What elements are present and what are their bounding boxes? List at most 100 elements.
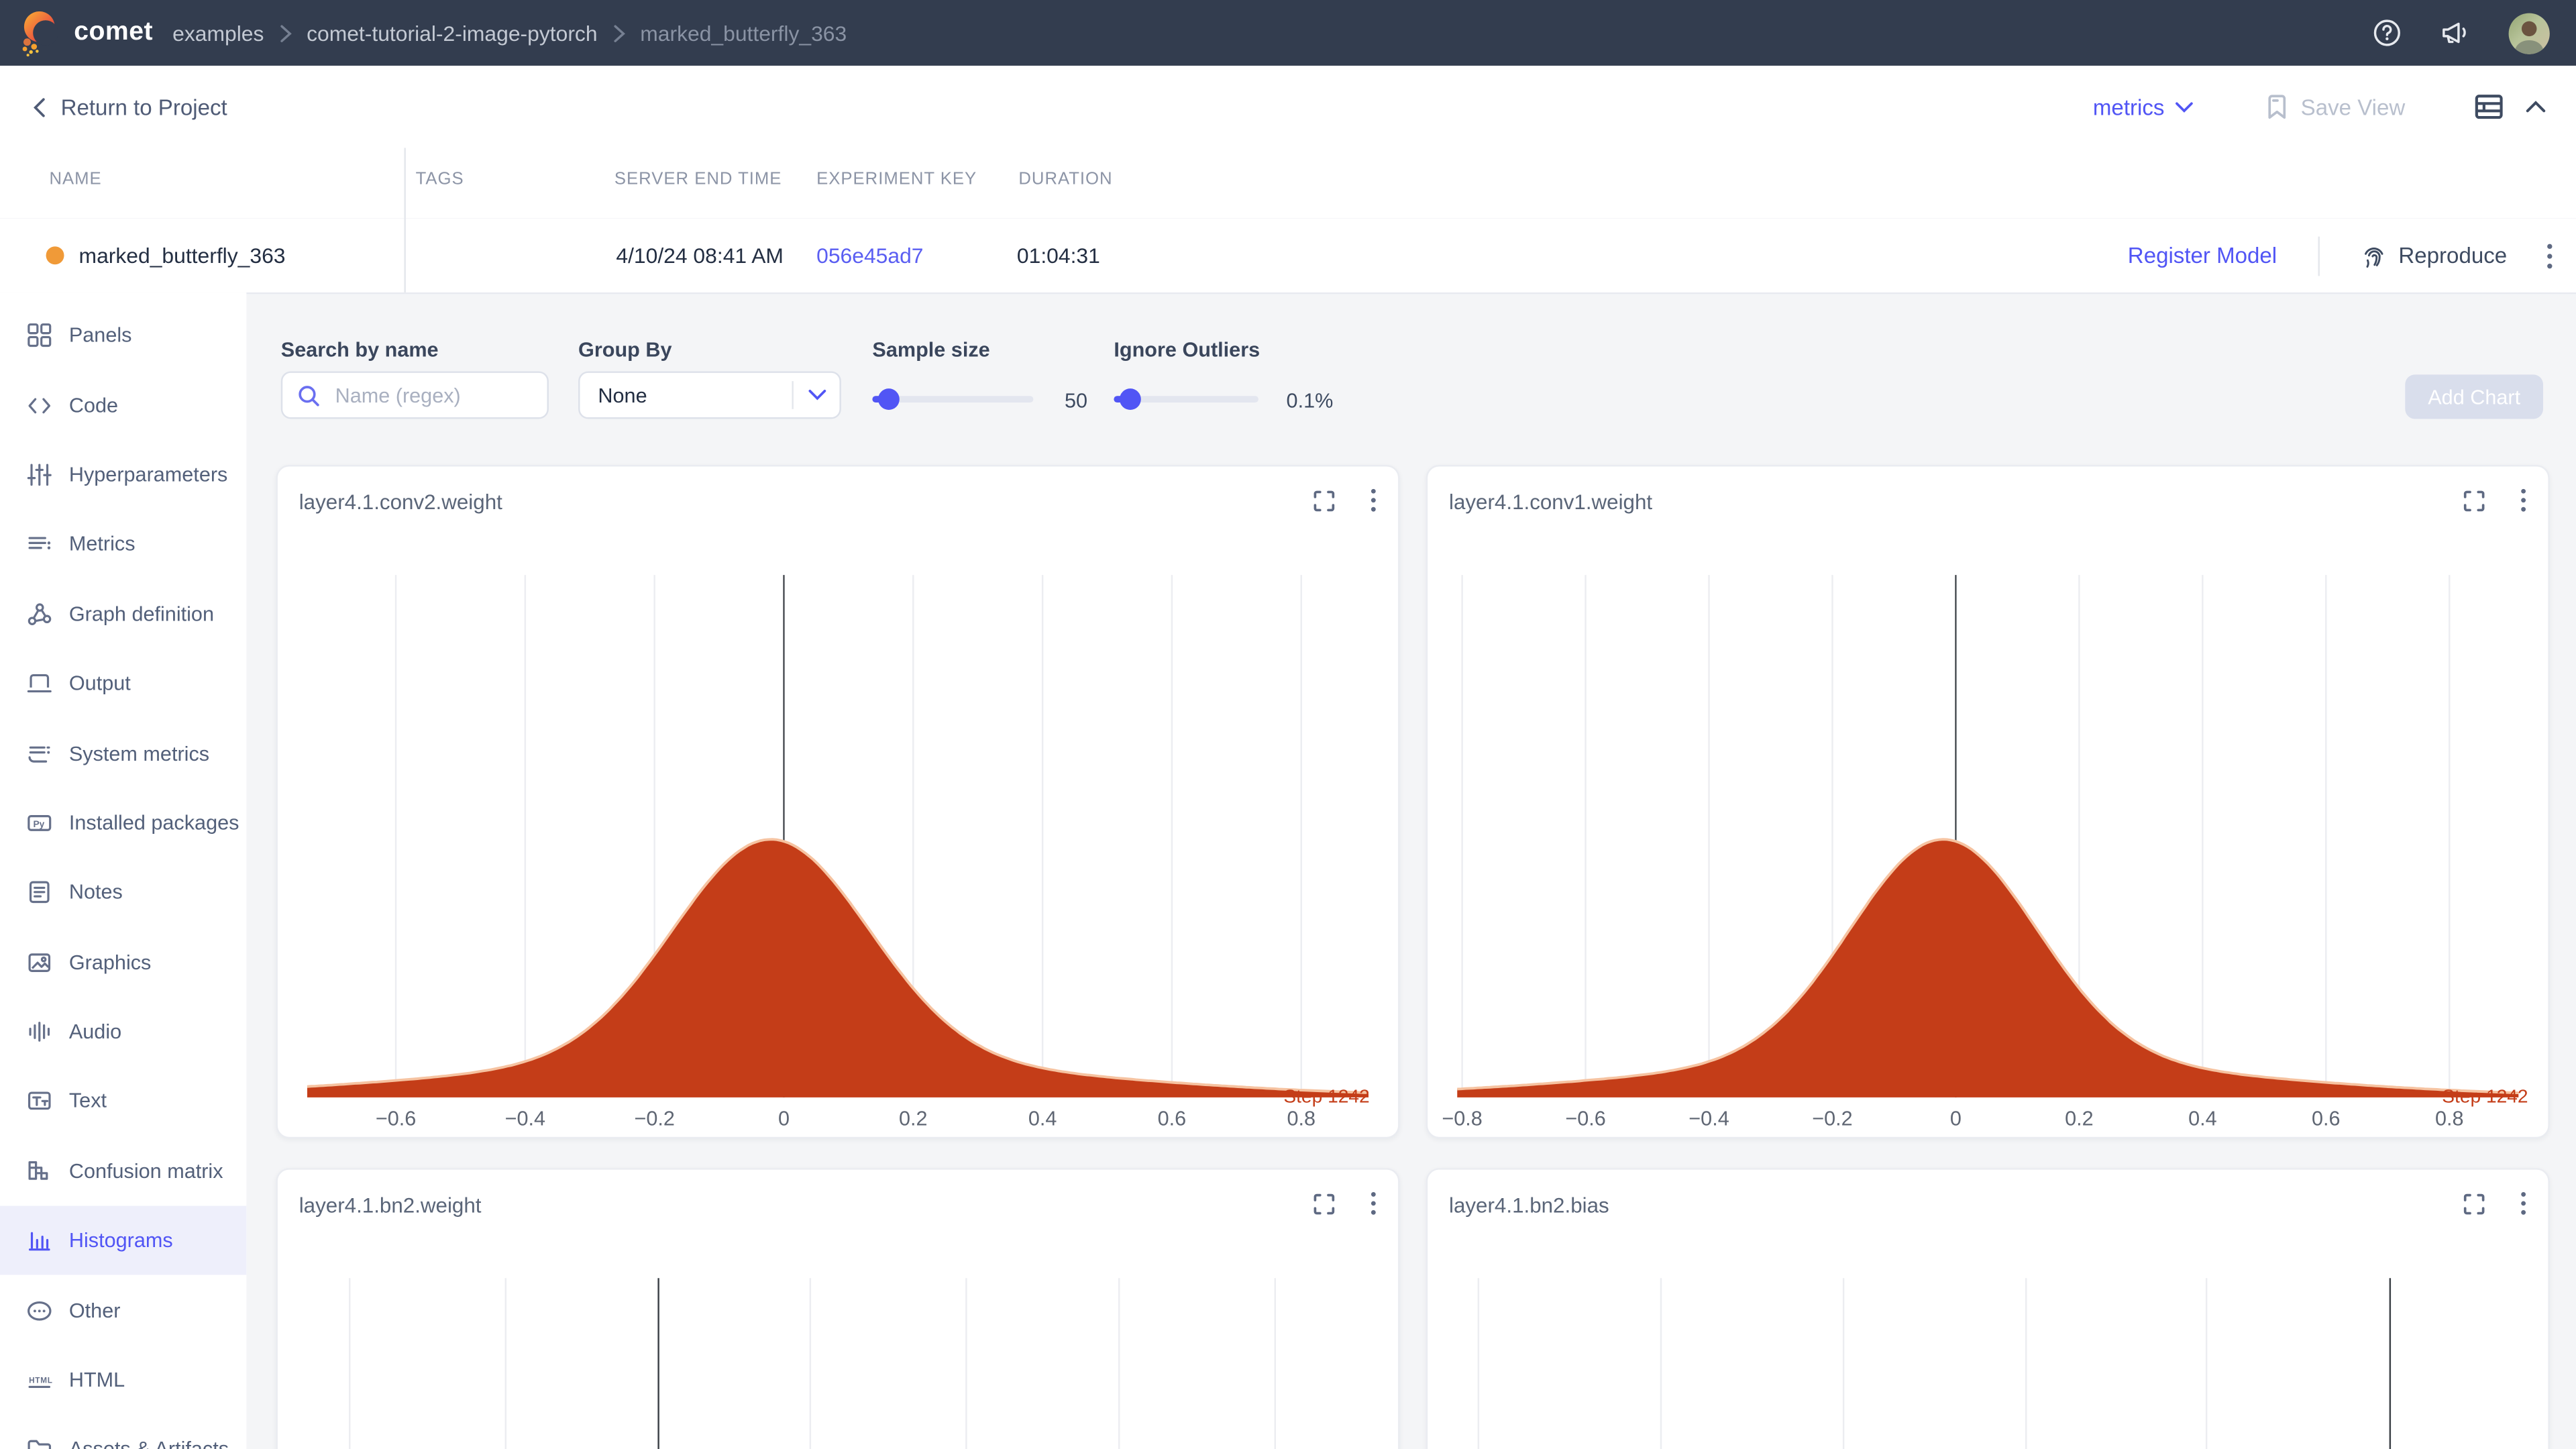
x-tick-label: 0.8: [2435, 1108, 2464, 1130]
sidebar-item-label: Graphics: [69, 951, 152, 973]
sidebar-item-code[interactable]: Code: [0, 370, 246, 440]
ignore-outliers-slider[interactable]: [1114, 396, 1258, 402]
sidebar-item-label: Confusion matrix: [69, 1160, 223, 1183]
sidebar-item-hyperparameters[interactable]: Hyperparameters: [0, 440, 246, 510]
x-tick-label: 0.8: [1287, 1108, 1316, 1130]
return-to-project-link[interactable]: Return to Project: [0, 95, 227, 119]
expand-chart-icon[interactable]: [2463, 1193, 2485, 1216]
reproduce-button[interactable]: Reproduce: [2361, 242, 2507, 268]
sidebar-item-label: Code: [69, 394, 118, 417]
sample-size-slider-thumb[interactable]: [878, 388, 900, 410]
sidebar-item-metrics[interactable]: Metrics: [0, 510, 246, 580]
x-tick-label: 0: [778, 1108, 790, 1130]
distribution-area: [1457, 839, 2518, 1097]
sidebar-item-confusion-matrix[interactable]: Confusion matrix: [0, 1136, 246, 1206]
experiment-row[interactable]: marked_butterfly_363 4/10/24 08:41 AM 05…: [0, 219, 2576, 294]
sidebar-item-assets-artifacts[interactable]: Assets & Artifacts: [0, 1415, 246, 1449]
column-divider: [404, 148, 405, 292]
chart-menu-icon[interactable]: [2520, 1191, 2527, 1216]
expand-chart-icon[interactable]: [1313, 490, 1336, 513]
sidebar-item-histograms[interactable]: Histograms: [0, 1206, 246, 1276]
experiment-row-actions: Register Model Reproduce: [2128, 219, 2576, 292]
sidebar-item-output[interactable]: Output: [0, 649, 246, 718]
sidebar-item-label: Panels: [69, 324, 132, 347]
group-by-select[interactable]: None: [578, 371, 841, 419]
sidebar-item-label: Metrics: [69, 533, 136, 555]
navbar-actions: [2372, 12, 2576, 53]
ignore-outliers-label: Ignore Outliers: [1114, 338, 1260, 361]
sidebar-item-installed-packages[interactable]: PyInstalled packages: [0, 788, 246, 858]
sidebar-item-label: Audio: [69, 1020, 121, 1043]
sidebar-item-audio[interactable]: Audio: [0, 997, 246, 1067]
sidebar-item-graph-definition[interactable]: Graph definition: [0, 579, 246, 649]
search-input[interactable]: [332, 382, 527, 408]
row-menu-icon[interactable]: [2546, 242, 2553, 268]
expand-chart-icon[interactable]: [2463, 490, 2485, 513]
chevron-right-icon: [612, 24, 626, 42]
save-view-button[interactable]: Save View: [2266, 94, 2405, 120]
announcements-icon[interactable]: [2440, 18, 2471, 48]
sidebar-item-label: Assets & Artifacts: [69, 1438, 229, 1449]
sidebar-item-label: HTML: [69, 1368, 125, 1391]
toolbar-right: metrics Save View: [2093, 94, 2576, 120]
breadcrumb: examples comet-tutorial-2-image-pytorch …: [172, 21, 847, 46]
collapse-table-icon[interactable]: [2525, 100, 2546, 113]
chart-title: layer4.1.bn2.weight: [299, 1193, 482, 1218]
sidebar-item-graphics[interactable]: Graphics: [0, 927, 246, 997]
sample-size-slider[interactable]: [872, 396, 1033, 402]
sidebar-item-system-metrics[interactable]: System metrics: [0, 718, 246, 788]
x-tick-label: 0: [1950, 1108, 1962, 1130]
sidebar-item-other[interactable]: Other: [0, 1276, 246, 1346]
experiment-key-link[interactable]: 056e45ad7: [816, 243, 923, 268]
ignore-outliers-slider-thumb[interactable]: [1120, 388, 1141, 410]
expand-chart-icon[interactable]: [1313, 1193, 1336, 1216]
experiment-server-end-time: 4/10/24 08:41 AM: [616, 243, 784, 268]
sidebar-item-label: Notes: [69, 881, 123, 904]
chart-menu-icon[interactable]: [2520, 488, 2527, 513]
x-tick-label: −0.2: [1812, 1108, 1852, 1130]
reproduce-label: Reproduce: [2398, 243, 2507, 268]
other-icon: [26, 1297, 52, 1324]
column-header-tags[interactable]: TAGS: [416, 169, 464, 189]
view-selector-dropdown[interactable]: metrics: [2093, 95, 2194, 119]
sidebar-item-label: Text: [69, 1090, 107, 1113]
sidebar-item-label: Histograms: [69, 1229, 173, 1252]
add-chart-button[interactable]: Add Chart: [2405, 374, 2543, 419]
breadcrumb-project[interactable]: comet-tutorial-2-image-pytorch: [307, 21, 598, 46]
comet-logo[interactable]: comet: [0, 8, 172, 57]
distribution-area: [307, 839, 1368, 1097]
group-by-value: None: [580, 384, 792, 407]
histogram-card-bn2-bias: layer4.1.bn2.bias: [1426, 1168, 2550, 1449]
column-header-name[interactable]: NAME: [49, 169, 101, 189]
sidebar-item-html[interactable]: HTMLHTML: [0, 1345, 246, 1415]
chart-menu-icon[interactable]: [1370, 1191, 1377, 1216]
sample-size-value: 50: [1065, 389, 1087, 412]
sidebar-item-text[interactable]: Text: [0, 1067, 246, 1136]
help-icon[interactable]: [2372, 18, 2402, 48]
chart-menu-icon[interactable]: [1370, 488, 1377, 513]
experiment-table-header: NAME TAGS SERVER END TIME EXPERIMENT KEY…: [0, 148, 2576, 220]
histogram-card-bn2-weight: layer4.1.bn2.weight: [276, 1168, 1399, 1449]
sidebar-item-panels[interactable]: Panels: [0, 301, 246, 370]
x-tick-label: 0.2: [899, 1108, 928, 1130]
register-model-button[interactable]: Register Model: [2128, 243, 2277, 268]
view-selector-label: metrics: [2093, 95, 2165, 119]
breadcrumb-workspace[interactable]: examples: [172, 21, 264, 46]
confusion-matrix-icon: [26, 1158, 52, 1184]
user-avatar[interactable]: [2509, 12, 2550, 53]
sidebar-item-label: Hyperparameters: [69, 464, 228, 486]
x-tick-label: −0.2: [634, 1108, 674, 1130]
column-header-duration[interactable]: DURATION: [1018, 169, 1112, 189]
column-header-experiment-key[interactable]: EXPERIMENT KEY: [816, 169, 977, 189]
column-header-server-end-time[interactable]: SERVER END TIME: [614, 169, 782, 189]
sample-size-label: Sample size: [872, 338, 989, 361]
audio-icon: [26, 1019, 52, 1045]
sidebar-item-label: Other: [69, 1299, 121, 1322]
table-layout-icon[interactable]: [2474, 94, 2504, 120]
sidebar-item-notes[interactable]: Notes: [0, 858, 246, 928]
graphics-icon: [26, 949, 52, 975]
notes-icon: [26, 879, 52, 906]
x-tick-label: 0.6: [1158, 1108, 1187, 1130]
experiment-duration: 01:04:31: [1017, 243, 1100, 268]
brand-name: comet: [74, 18, 153, 48]
